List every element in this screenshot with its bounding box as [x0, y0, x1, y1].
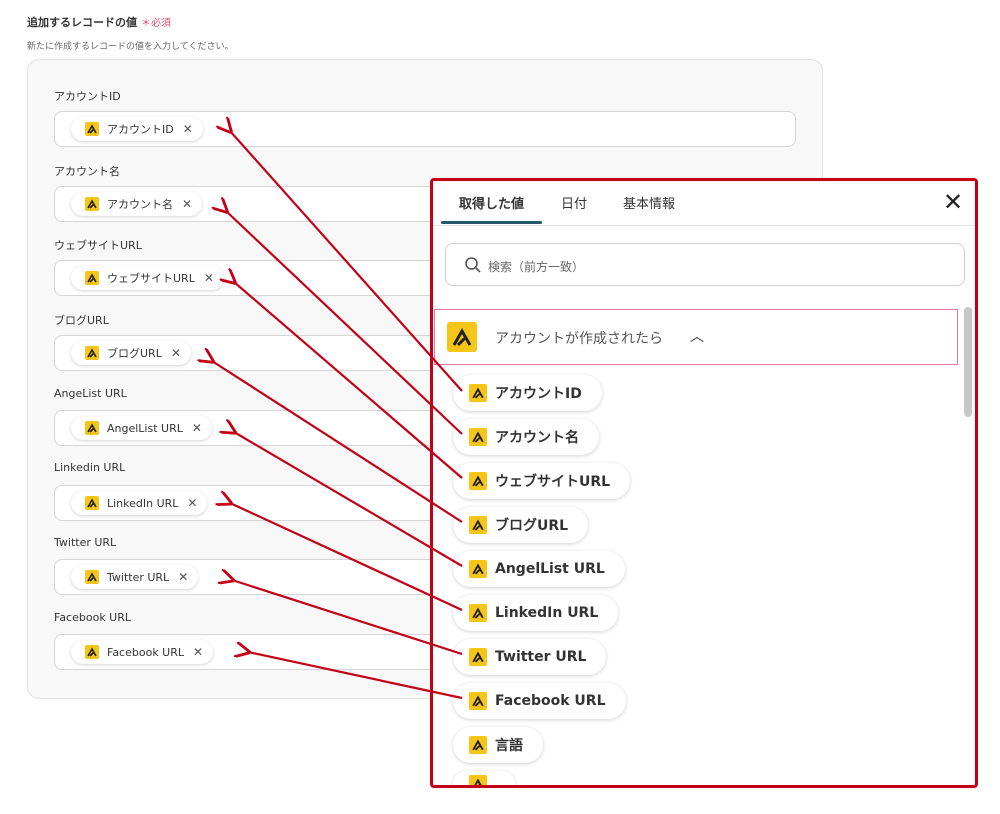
app-logo-icon: [85, 645, 99, 659]
app-logo-icon: [469, 428, 487, 446]
close-icon[interactable]: ✕: [943, 190, 963, 214]
section-description: 新たに作成するレコードの値を入力してください。: [27, 42, 234, 52]
value-chip[interactable]: アカウントID ✕: [71, 117, 203, 141]
section-title: 追加するレコードの値 ＊必須: [27, 14, 171, 30]
app-logo-icon: [469, 516, 487, 534]
list-item[interactable]: アカウント名: [453, 419, 599, 455]
remove-icon[interactable]: ✕: [178, 570, 188, 584]
app-logo-icon: [85, 271, 99, 285]
tab-acquired-values[interactable]: 取得した値: [459, 193, 524, 212]
app-logo-icon: [469, 775, 487, 785]
list-item[interactable]: ブログURL: [453, 507, 589, 543]
tab-date[interactable]: 日付: [561, 193, 587, 212]
group-label: アカウントが作成されたら: [495, 331, 663, 347]
list-item-label: アカウントID: [495, 386, 582, 402]
chip-label: アカウントID: [107, 123, 174, 136]
app-logo-icon: [469, 472, 487, 490]
remove-icon[interactable]: ✕: [193, 645, 203, 659]
value-chip[interactable]: ブログURL ✕: [71, 341, 191, 365]
chip-label: Facebook URL: [107, 645, 185, 659]
remove-icon[interactable]: ✕: [183, 122, 193, 136]
list-item[interactable]: 言語: [453, 727, 543, 763]
list-item[interactable]: Twitter URL: [453, 639, 607, 675]
field-label-blog-url: ブログURL: [54, 314, 109, 327]
field-account-id[interactable]: アカウントID ✕: [54, 111, 796, 147]
value-chip[interactable]: ウェブサイトURL ✕: [71, 266, 224, 290]
value-chip[interactable]: Facebook URL ✕: [71, 640, 214, 664]
list-item-label: LinkedIn URL: [495, 605, 599, 621]
app-logo-icon: [469, 560, 487, 578]
remove-icon[interactable]: ✕: [182, 197, 192, 211]
chevron-up-icon[interactable]: ︿: [690, 326, 704, 346]
field-label-angellist-url: AngeList URL: [54, 387, 127, 400]
field-label-website-url: ウェブサイトURL: [54, 239, 142, 252]
chip-label: AngelList URL: [107, 421, 183, 435]
chip-label: ブログURL: [107, 347, 162, 360]
remove-icon[interactable]: ✕: [187, 496, 197, 510]
trigger-group-header[interactable]: アカウントが作成されたら ︿: [434, 309, 958, 365]
field-label-account-id: アカウントID: [54, 90, 121, 103]
remove-icon[interactable]: ✕: [192, 421, 202, 435]
app-logo-icon: [85, 570, 99, 584]
list-item-label: ブログURL: [495, 518, 569, 534]
remove-icon[interactable]: ✕: [171, 346, 181, 360]
field-label-facebook-url: Facebook URL: [54, 611, 132, 624]
search-input[interactable]: 検索（前方一致）: [445, 243, 965, 286]
field-label-account-name: アカウント名: [54, 165, 120, 178]
app-logo-icon: [447, 322, 477, 352]
list-item[interactable]: Facebook URL: [453, 683, 626, 719]
value-chip[interactable]: Twitter URL ✕: [71, 565, 199, 589]
app-logo-icon: [469, 648, 487, 666]
chip-label: ウェブサイトURL: [107, 272, 195, 285]
app-logo-icon: [85, 346, 99, 360]
search-icon: [465, 257, 481, 273]
value-chip[interactable]: LinkedIn URL ✕: [71, 491, 208, 515]
list-item[interactable]: LinkedIn URL: [453, 595, 619, 631]
value-chip[interactable]: アカウント名 ✕: [71, 192, 203, 216]
list-item[interactable]: アカウントID: [453, 375, 602, 411]
value-picker-popup: 取得した値 日付 基本情報 ✕ 検索（前方一致） アカウントが作成されたら ︿ …: [430, 178, 978, 788]
required-badge: ＊必須: [141, 18, 171, 29]
list-item-label: AngelList URL: [495, 561, 605, 577]
value-chip[interactable]: AngelList URL ✕: [71, 416, 212, 440]
app-logo-icon: [85, 197, 99, 211]
list-item[interactable]: AngelList URL: [453, 551, 625, 587]
list-item[interactable]: ウェブサイトURL: [453, 463, 631, 499]
app-logo-icon: [469, 692, 487, 710]
list-item-label: 言語: [495, 738, 523, 754]
app-logo-icon: [469, 604, 487, 622]
field-label-linkedin-url: Linkedin URL: [54, 461, 126, 474]
list-item-label: Twitter URL: [495, 649, 587, 665]
app-logo-icon: [469, 384, 487, 402]
app-logo-icon: [469, 736, 487, 754]
list-item-partial[interactable]: [453, 771, 515, 785]
section-title-text: 追加するレコードの値: [27, 16, 137, 29]
list-item-label: アカウント名: [495, 430, 579, 446]
chip-label: Twitter URL: [107, 570, 170, 584]
remove-icon[interactable]: ✕: [204, 271, 214, 285]
chip-label: アカウント名: [107, 198, 173, 211]
list-item-label: Facebook URL: [495, 693, 606, 709]
search-placeholder: 検索（前方一致）: [488, 260, 585, 274]
app-logo-icon: [85, 496, 99, 510]
app-logo-icon: [85, 122, 99, 136]
tab-basic-info[interactable]: 基本情報: [623, 193, 675, 212]
popup-tabs: 取得した値 日付 基本情報: [433, 181, 975, 226]
app-logo-icon: [85, 421, 99, 435]
scrollbar[interactable]: [964, 307, 972, 417]
list-item-label: ウェブサイトURL: [495, 474, 611, 490]
active-tab-indicator: [441, 221, 542, 224]
chip-label: LinkedIn URL: [107, 496, 179, 510]
field-label-twitter-url: Twitter URL: [54, 536, 117, 549]
